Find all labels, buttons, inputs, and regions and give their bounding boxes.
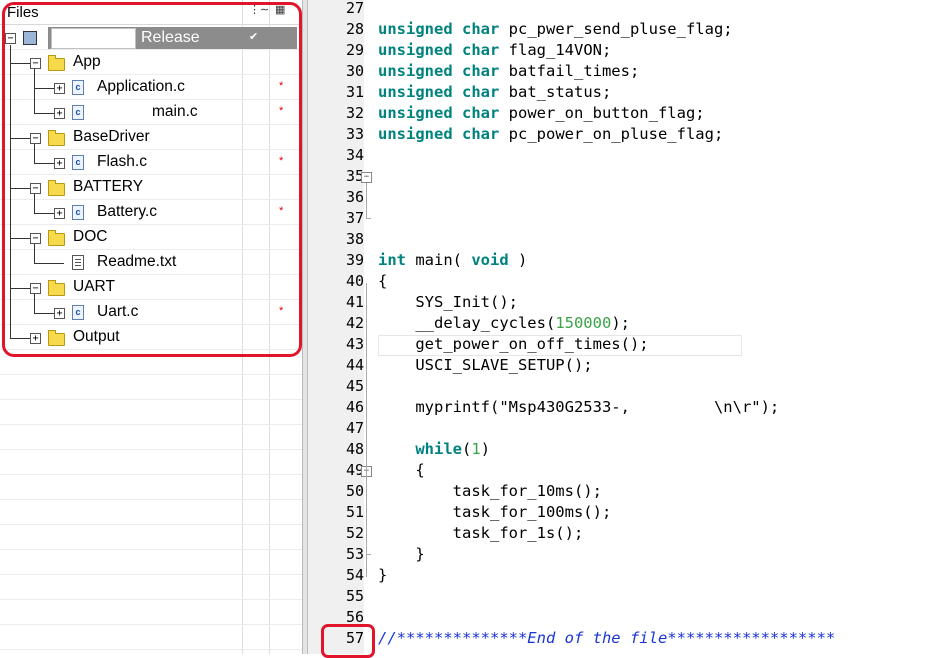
line-number: 52 [345, 524, 364, 542]
row-divider [0, 649, 302, 650]
files-highlight-box [2, 2, 302, 357]
code-line: USCI_SLAVE_SETUP(); [378, 356, 593, 374]
code-comment-line: //**************End of the file*********… [378, 629, 836, 647]
line-number: 54 [345, 566, 364, 584]
code-line: unsigned char pc_power_on_pluse_flag; [378, 125, 724, 143]
row-divider [0, 374, 302, 375]
row-divider [0, 424, 302, 425]
row-divider [0, 549, 302, 550]
code-line: myprintf("Msp430G2533-, \n\r"); [378, 398, 780, 416]
row-divider [0, 474, 302, 475]
code-line: SYS_Init(); [378, 293, 518, 311]
line-number: 53 [345, 545, 364, 563]
fold-guide [366, 183, 367, 219]
code-line: int main( void ) [378, 251, 528, 269]
line-number: 34 [345, 146, 364, 164]
line-number: 32 [345, 104, 364, 122]
line-number-highlight-box [321, 624, 375, 658]
line-number: 36 [345, 188, 364, 206]
line-number: 31 [345, 83, 364, 101]
code-line: unsigned char pc_pwer_send_pluse_flag; [378, 20, 733, 38]
line-number: 43 [345, 335, 364, 353]
line-number: 51 [345, 503, 364, 521]
fold-collapse-icon[interactable]: − [361, 172, 372, 183]
line-number: 27 [345, 0, 364, 17]
code-line: { [378, 272, 388, 290]
line-number: 42 [345, 314, 364, 332]
line-number: 49 [345, 461, 364, 479]
line-number: 33 [345, 125, 364, 143]
row-divider [0, 599, 302, 600]
code-line: while(1) [415, 440, 491, 458]
row-divider [0, 399, 302, 400]
line-number: 35 [345, 167, 364, 185]
line-number: 39 [345, 251, 364, 269]
line-number: 44 [345, 356, 364, 374]
line-number: 46 [345, 398, 364, 416]
line-number: 30 [345, 62, 364, 80]
line-number: 45 [345, 377, 364, 395]
line-number: 48 [345, 440, 364, 458]
code-line: __delay_cycles(150000); [378, 314, 630, 332]
code-line: unsigned char flag_14VON; [378, 41, 612, 59]
line-number: 38 [345, 230, 364, 248]
row-divider [0, 524, 302, 525]
code-line: get_power_on_off_times(); [378, 335, 649, 353]
line-number: 47 [345, 419, 364, 437]
row-divider [0, 499, 302, 500]
code-line: unsigned char batfail_times; [378, 62, 640, 80]
line-number: 29 [345, 41, 364, 59]
line-number: 41 [345, 293, 364, 311]
code-line: { [378, 461, 425, 479]
code-line: unsigned char power_on_button_flag; [378, 104, 705, 122]
row-divider [0, 449, 302, 450]
line-number-gutter: 27 28 29 30 31 32 33 34 35 36 37 38 39 40 41 42 43 44 45 46… [308, 0, 364, 654]
fold-guide-end [366, 218, 371, 219]
row-divider [0, 574, 302, 575]
fold-guide [366, 283, 367, 577]
code-line: } [378, 545, 425, 563]
line-number: 55 [345, 587, 364, 605]
line-number: 37 [345, 209, 364, 227]
code-line: task_for_1s(); [378, 524, 584, 542]
line-number: 28 [345, 20, 364, 38]
files-pane: Files ⋮∼ ▦ − Release ✔ − App + c Application… [0, 0, 302, 654]
code-line: task_for_10ms(); [378, 482, 602, 500]
code-line: unsigned char bat_status; [378, 83, 612, 101]
line-number: 50 [345, 482, 364, 500]
code-line: } [378, 566, 388, 584]
code-line: task_for_100ms(); [378, 503, 612, 521]
row-divider [0, 624, 302, 625]
line-number: 40 [345, 272, 364, 290]
